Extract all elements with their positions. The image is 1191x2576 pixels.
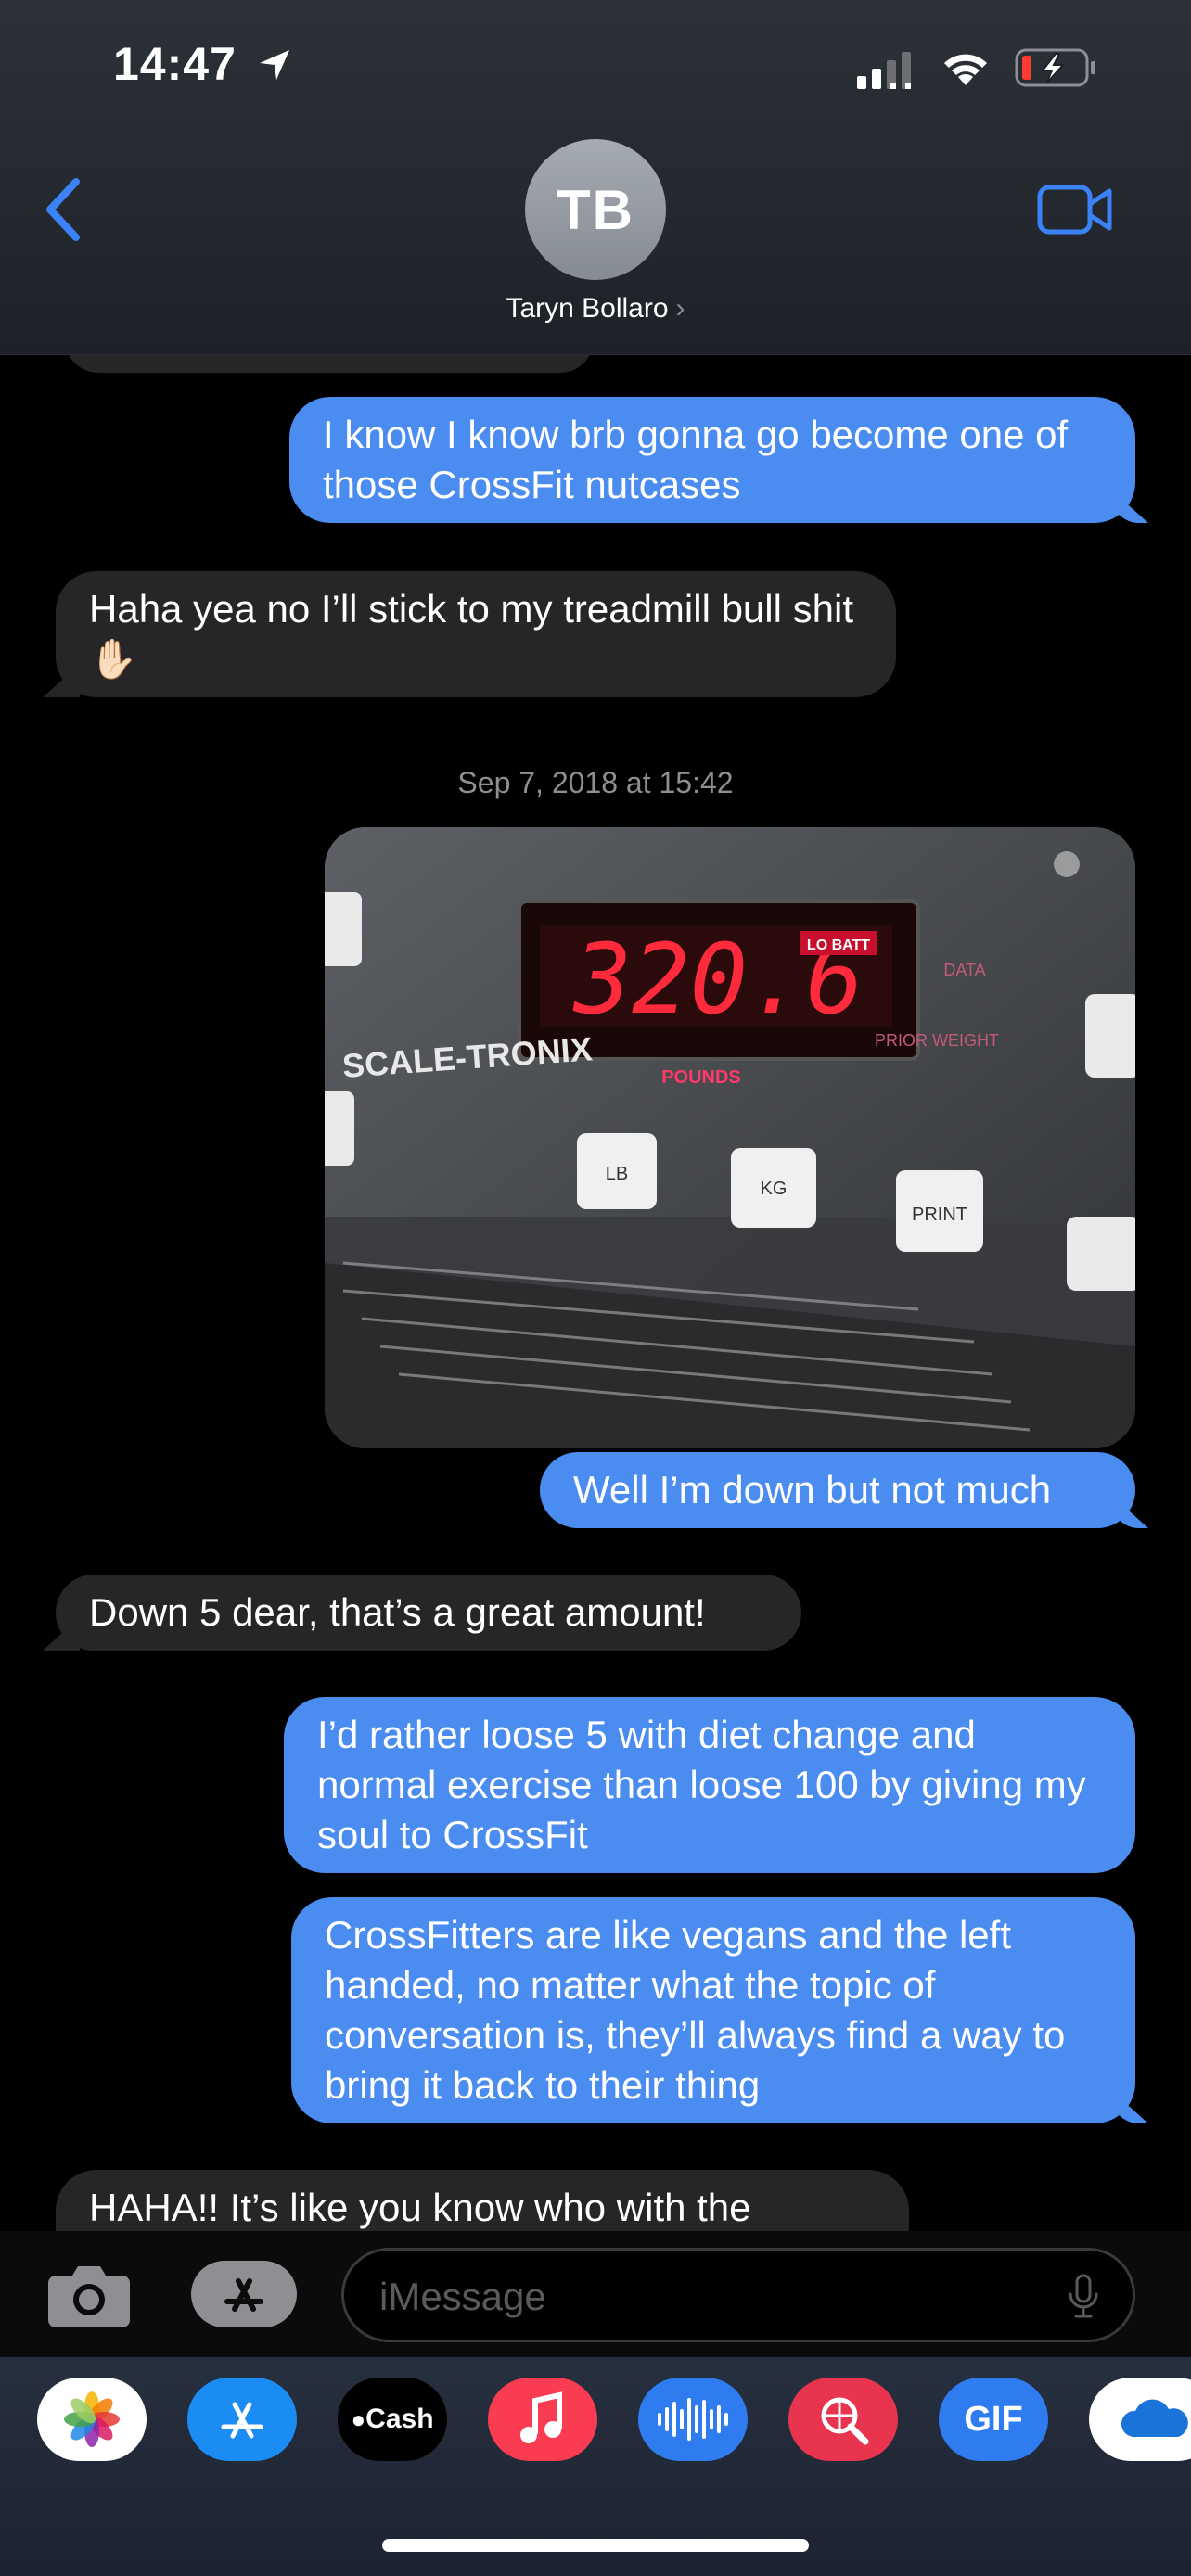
contact-name: Taryn Bollaro	[506, 293, 669, 324]
photos-icon	[64, 2391, 120, 2447]
microphone-icon[interactable]	[1067, 2274, 1100, 2320]
app-audio-message[interactable]	[638, 2378, 748, 2461]
message-bubble-received[interactable]: Down 5 dear, that’s a great amount!	[56, 1575, 801, 1651]
wifi-icon	[944, 54, 987, 85]
app-music[interactable]	[488, 2378, 597, 2461]
scale-photo-image: 320.6 LO BATT POUNDS DATA PRIOR WEIGHT S…	[325, 827, 1135, 1448]
app-gif[interactable]: GIF	[939, 2378, 1048, 2461]
message-bubble-received[interactable]: Haha yea no I’ll stick to my treadmill b…	[56, 571, 896, 697]
gif-label: GIF	[964, 2399, 1023, 2439]
message-bubble-sent[interactable]: I know I know brb gonna go become one of…	[289, 397, 1135, 523]
message-input[interactable]: iMessage	[341, 2248, 1135, 2342]
app-app-store[interactable]	[187, 2378, 297, 2461]
music-note-icon	[520, 2391, 562, 2443]
photo-attachment[interactable]: 320.6 LO BATT POUNDS DATA PRIOR WEIGHT S…	[325, 827, 1135, 1448]
message-bubble-sent[interactable]: I’d rather loose 5 with diet change and …	[284, 1697, 1135, 1873]
chevron-right-icon: ›	[675, 293, 685, 324]
conversation-header: 14:47 TB Taryn Bollaro ›	[0, 0, 1191, 355]
apple-cash-label: Cash	[365, 2404, 434, 2434]
location-arrow-icon	[260, 50, 289, 80]
contact-name-button[interactable]: Taryn Bollaro ›	[0, 293, 1191, 325]
prior-weight-label: PRIOR WEIGHT	[875, 1031, 999, 1050]
lb-button-label: LB	[606, 1164, 628, 1184]
cellular-signal-icon	[857, 52, 911, 89]
app-web-search[interactable]	[788, 2378, 898, 2461]
home-indicator[interactable]	[382, 2539, 809, 2552]
app-photos[interactable]	[37, 2378, 147, 2461]
web-search-icon	[821, 2397, 869, 2445]
app-onedrive[interactable]	[1089, 2378, 1191, 2461]
cloud-icon	[1121, 2399, 1188, 2437]
data-label: DATA	[943, 961, 985, 979]
back-chevron-icon[interactable]	[37, 172, 93, 247]
camera-icon[interactable]	[46, 2261, 132, 2329]
apple-logo-icon: ●	[351, 2404, 366, 2433]
message-bubble-sent[interactable]: CrossFitters are like vegans and the lef…	[291, 1897, 1135, 2123]
message-bubble-sent[interactable]: Well I’m down but not much	[540, 1452, 1135, 1528]
contact-avatar[interactable]: TB	[525, 139, 666, 280]
app-apple-cash[interactable]: ● Cash	[338, 2378, 447, 2461]
message-timestamp: Sep 7, 2018 at 15:42	[457, 766, 734, 799]
lo-batt-label: LO BATT	[807, 937, 870, 953]
kg-button-label: KG	[761, 1179, 788, 1199]
facetime-video-icon[interactable]	[1037, 182, 1113, 237]
app-store-icon	[224, 2278, 263, 2312]
app-store-button[interactable]	[191, 2261, 297, 2327]
status-time: 14:47	[113, 38, 237, 90]
waveform-icon	[658, 2398, 728, 2441]
app-store-icon	[221, 2402, 263, 2439]
pounds-label: POUNDS	[661, 1067, 741, 1088]
print-button-label: PRINT	[912, 1205, 967, 1225]
battery-charging-icon	[1015, 48, 1095, 87]
